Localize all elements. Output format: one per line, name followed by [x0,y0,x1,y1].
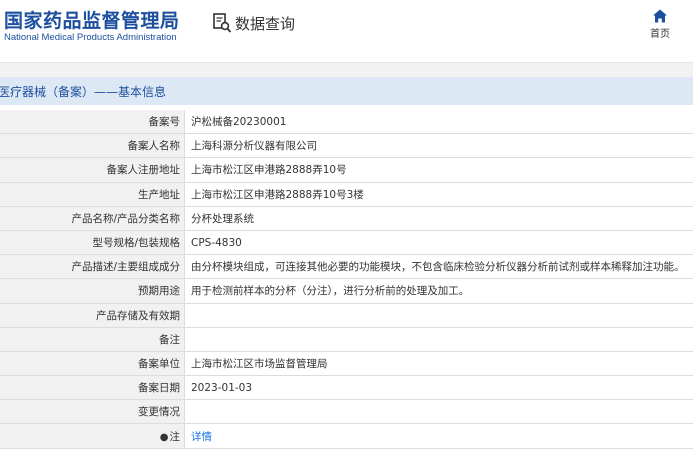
row-label: 预期用途 [0,278,185,304]
search-document-icon [213,13,232,33]
home-label: 首页 [650,29,670,40]
table-row: 备案人注册地址 上海市松江区申港路2888弄10号 [0,157,693,183]
table-row: 产品描述/主要组成成分 由分杯模块组成，可连接其他必要的功能模块，不包含临床检验… [0,254,693,280]
table-row: 预期用途 用于检测前样本的分杯（分注），进行分析前的处理及加工。 [0,278,693,304]
details-link[interactable]: 详情 [191,431,212,443]
home-link[interactable]: 首页 [647,8,673,40]
row-value: 分杯处理系统 [184,206,693,231]
data-query-label: 数据查询 [235,14,296,33]
note-row-label: ●注 [0,423,185,449]
table-row: 备案号 沪松械备20230001 [0,110,693,135]
table-row: 备案日期 2023-01-03 [0,375,693,401]
row-label: 备案日期 [0,375,185,401]
row-label: 产品名称/产品分类名称 [0,206,185,231]
home-icon [653,9,667,23]
row-label: 变更情况 [0,399,185,425]
table-row: 备案单位 上海市松江区市场监督管理局 [0,351,693,377]
info-table: 备案号 沪松械备20230001 备案人名称 上海科源分析仪器有限公司 备案人注… [0,110,693,449]
section-title: 医疗器械（备案）——基本信息 [0,85,167,99]
row-value: 详情 [184,423,693,449]
table-row: 备案人名称 上海科源分析仪器有限公司 [0,133,693,159]
table-row: 型号规格/包装规格 CPS-4830 [0,230,693,256]
table-row: ●注 详情 [0,423,693,449]
row-label: 备案单位 [0,351,185,377]
row-value: 沪松械备20230001 [184,110,693,135]
table-row: 备注 [0,327,693,352]
row-value: 上海科源分析仪器有限公司 [184,133,693,159]
row-value [184,327,693,352]
site-header: 国家药品监督管理局 National Medical Products Admi… [0,0,693,63]
row-label: 备注 [0,327,185,352]
row-value: 上海市松江区申港路2888弄10号3楼 [184,182,693,207]
row-value [184,303,693,328]
table-row: 产品存储及有效期 [0,303,693,328]
section-header: 医疗器械（备案）——基本信息 [0,77,693,105]
site-subtitle: National Medical Products Administration [4,32,177,43]
table-row: 产品名称/产品分类名称 分杯处理系统 [0,206,693,231]
note-icon: ● [159,431,169,443]
row-value: 上海市松江区市场监督管理局 [184,351,693,377]
row-label: 产品描述/主要组成成分 [0,254,185,280]
row-value: 用于检测前样本的分杯（分注），进行分析前的处理及加工。 [184,278,693,304]
data-query-link[interactable]: 数据查询 [212,12,295,34]
table-row: 变更情况 [0,399,693,425]
row-label: 生产地址 [0,182,185,207]
row-label: 产品存储及有效期 [0,303,185,328]
row-value [184,399,693,425]
row-value: CPS-4830 [184,230,693,256]
header-divider-band [0,63,693,77]
row-label: 备案人名称 [0,133,185,159]
row-value: 由分杯模块组成，可连接其他必要的功能模块，不包含临床检验分析仪器分析前试剂或样本… [184,254,693,280]
table-row: 生产地址 上海市松江区申港路2888弄10号3楼 [0,182,693,207]
row-label: 备案号 [0,110,185,135]
row-value: 2023-01-03 [184,375,693,401]
row-label: 注 [169,430,181,443]
row-value: 上海市松江区申港路2888弄10号 [184,157,693,183]
site-title[interactable]: 国家药品监督管理局 [4,6,180,33]
row-label: 备案人注册地址 [0,157,185,183]
row-label: 型号规格/包装规格 [0,230,185,256]
